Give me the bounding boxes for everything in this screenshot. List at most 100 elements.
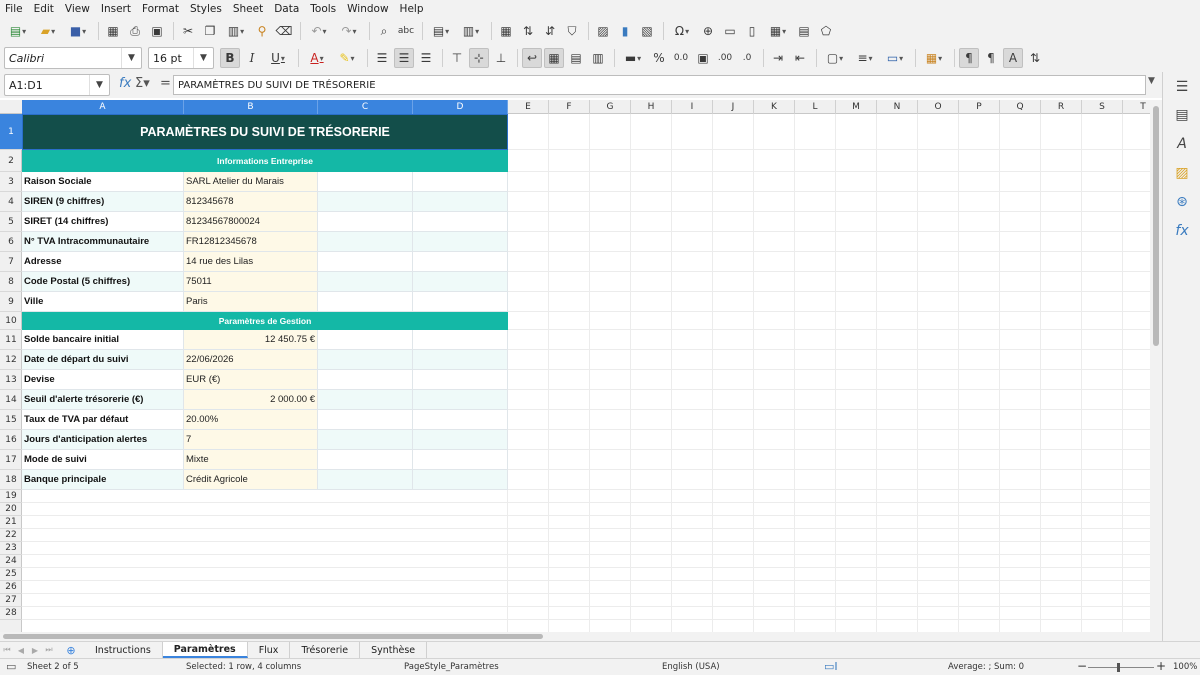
field-label[interactable]: Ville	[22, 292, 184, 312]
empty-cell[interactable]	[318, 172, 413, 192]
chevron-down-icon[interactable]: ▼	[121, 48, 141, 68]
underline-button[interactable]: U	[264, 48, 292, 68]
menu-sheet[interactable]: Sheet	[233, 3, 263, 15]
date-format-icon[interactable]: ▣	[693, 48, 713, 68]
add-sheet-icon[interactable]: ⊕	[62, 642, 80, 658]
freeze-rows-columns-icon[interactable]: ▦	[764, 21, 792, 41]
field-value[interactable]: FR12812345678	[184, 232, 318, 252]
row-header-1[interactable]: 1	[0, 114, 22, 150]
vertical-scroll-thumb[interactable]	[1153, 106, 1159, 346]
row-header-14[interactable]: 14	[0, 390, 22, 410]
sheet-tab-3[interactable]: Flux	[248, 642, 291, 658]
field-value[interactable]: 812345678	[184, 192, 318, 212]
menu-insert[interactable]: Insert	[101, 3, 131, 15]
field-label[interactable]: Adresse	[22, 252, 184, 272]
delete-decimal-icon[interactable]: .0	[737, 48, 757, 68]
formula-icon[interactable]: =	[160, 76, 171, 91]
border-color-icon[interactable]: ▭	[881, 48, 909, 68]
align-center-icon[interactable]: ☰	[394, 48, 414, 68]
functions-icon[interactable]: fx	[1172, 221, 1192, 241]
zoom-in-icon[interactable]: +	[1156, 659, 1166, 673]
menu-format[interactable]: Format	[142, 3, 179, 15]
font-name-combobox[interactable]: Calibri ▼	[4, 47, 142, 69]
chevron-down-icon[interactable]: ▼	[89, 75, 109, 95]
empty-cell[interactable]	[318, 192, 413, 212]
row-header-28[interactable]: 28	[0, 607, 22, 620]
row-header-5[interactable]: 5	[0, 212, 22, 232]
increase-indent-icon[interactable]: ⇥	[768, 48, 788, 68]
menu-help[interactable]: Help	[400, 3, 424, 15]
row-header-4[interactable]: 4	[0, 192, 22, 212]
special-character-icon[interactable]: Ω	[668, 21, 696, 41]
horizontal-scroll-thumb[interactable]	[3, 634, 543, 639]
section-header-company[interactable]: Informations Entreprise	[22, 150, 508, 172]
comment-icon[interactable]: ▭	[720, 21, 740, 41]
empty-cell[interactable]	[413, 470, 508, 490]
empty-cell[interactable]	[413, 350, 508, 370]
highlight-color-icon[interactable]: ✎	[333, 48, 361, 68]
styles-icon[interactable]: A	[1172, 134, 1192, 154]
row-header-18[interactable]: 18	[0, 470, 22, 490]
row-header-27[interactable]: 27	[0, 594, 22, 607]
column-header-o[interactable]: O	[918, 100, 959, 114]
align-middle-icon[interactable]: ⊹	[469, 48, 489, 68]
sort-ascending-icon[interactable]: ⇅	[518, 21, 538, 41]
empty-cell[interactable]	[413, 370, 508, 390]
empty-cell[interactable]	[318, 410, 413, 430]
chevron-down-icon[interactable]: ▼	[193, 48, 213, 68]
field-label[interactable]: Banque principale	[22, 470, 184, 490]
empty-cell[interactable]	[413, 252, 508, 272]
row-header-20[interactable]: 20	[0, 503, 22, 516]
merge-cells-icon[interactable]: ▤	[566, 48, 586, 68]
field-value[interactable]: 20.00%	[184, 410, 318, 430]
column-icon[interactable]: ▥	[457, 21, 485, 41]
row-header-26[interactable]: 26	[0, 581, 22, 594]
open-folder-icon[interactable]: ▰	[34, 21, 62, 41]
field-value[interactable]: EUR (€)	[184, 370, 318, 390]
field-label[interactable]: Jours d'anticipation alertes	[22, 430, 184, 450]
section-header-management[interactable]: Paramètres de Gestion	[22, 312, 508, 330]
align-top-icon[interactable]: ⊤	[447, 48, 467, 68]
gallery-icon[interactable]: ▨	[1172, 163, 1192, 183]
field-value[interactable]: Crédit Agricole	[184, 470, 318, 490]
sheet-tab-2[interactable]: Paramètres	[162, 642, 248, 658]
merge-center-icon[interactable]: ▦	[544, 48, 564, 68]
field-label[interactable]: SIRET (14 chiffres)	[22, 212, 184, 232]
borders-icon[interactable]: ▢	[821, 48, 849, 68]
column-header-d[interactable]: D	[413, 100, 508, 114]
column-header-g[interactable]: G	[590, 100, 631, 114]
print-icon[interactable]: ⎙	[125, 21, 145, 41]
split-window-icon[interactable]: ▤	[794, 21, 814, 41]
column-header-c[interactable]: C	[318, 100, 413, 114]
text-direction-left-right-icon[interactable]: ¶	[959, 48, 979, 68]
row-header-9[interactable]: 9	[0, 292, 22, 312]
empty-cell[interactable]	[413, 292, 508, 312]
name-box[interactable]: A1:D1 ▼	[4, 74, 110, 96]
field-value[interactable]: 14 rue des Lilas	[184, 252, 318, 272]
headers-footers-icon[interactable]: ▯	[742, 21, 762, 41]
field-label[interactable]: N° TVA Intracommunautaire	[22, 232, 184, 252]
row-header-17[interactable]: 17	[0, 450, 22, 470]
column-header-t[interactable]: T	[1123, 100, 1150, 114]
row-header-25[interactable]: 25	[0, 568, 22, 581]
insert-image-icon[interactable]: ▨	[593, 21, 613, 41]
empty-cell[interactable]	[318, 430, 413, 450]
redo-icon[interactable]: ↷	[335, 21, 363, 41]
conditional-format-icon[interactable]: ▦	[920, 48, 948, 68]
clone-formatting-icon[interactable]: ⚲	[252, 21, 272, 41]
status-language[interactable]: English (USA)	[662, 662, 720, 672]
column-header-l[interactable]: L	[795, 100, 836, 114]
column-header-k[interactable]: K	[754, 100, 795, 114]
first-sheet-icon[interactable]: ⏮	[0, 643, 14, 657]
hyperlink-icon[interactable]: ⊕	[698, 21, 718, 41]
field-value[interactable]: 81234567800024	[184, 212, 318, 232]
empty-cell[interactable]	[413, 192, 508, 212]
row-header-22[interactable]: 22	[0, 529, 22, 542]
field-label[interactable]: Solde bancaire initial	[22, 330, 184, 350]
save-icon[interactable]: ■	[64, 21, 92, 41]
column-header-n[interactable]: N	[877, 100, 918, 114]
sheet-tab-4[interactable]: Trésorerie	[290, 642, 361, 658]
empty-cell[interactable]	[413, 430, 508, 450]
horizontal-scrollbar[interactable]	[0, 632, 1162, 641]
row-header-13[interactable]: 13	[0, 370, 22, 390]
